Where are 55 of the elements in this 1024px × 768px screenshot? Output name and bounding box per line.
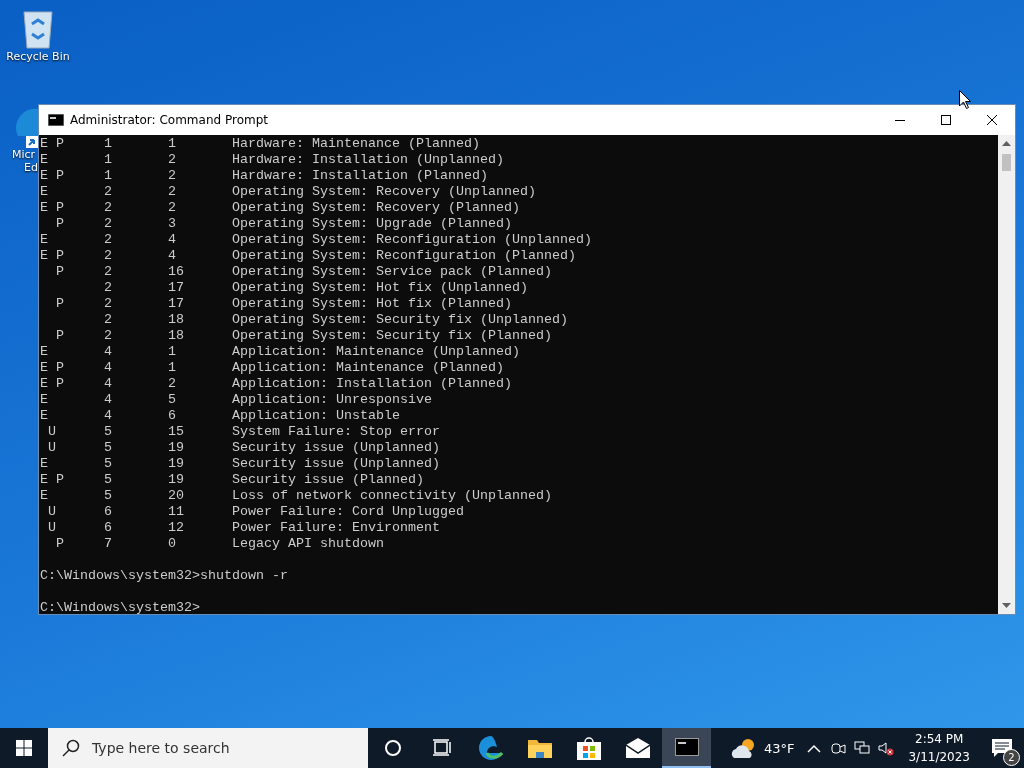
scrollbar-thumb[interactable] (1002, 154, 1011, 171)
search-bar[interactable]: Type here to search (48, 728, 368, 768)
command-line: C:\Windows\system32>shutdown -r (40, 568, 288, 584)
console-line: E 2 4 Operating System: Reconfiguration (Unplanned) (40, 232, 592, 248)
console-line: E 5 19 Security issue (Unplanned) (40, 456, 440, 472)
icon-label: Recycle Bin (6, 50, 70, 63)
console-line: E 5 20 Loss of network connectivity (Unplanned) (40, 488, 552, 504)
console-line: U 6 12 Power Failure: Environment (47, 520, 440, 536)
clock-time: 2:54 PM (914, 731, 965, 748)
icon-label: Ed (24, 161, 38, 174)
search-field[interactable]: Type here to search (90, 739, 354, 757)
console-line: E P 1 2 Hardware: Installation (Planned) (40, 168, 488, 184)
console-line: P 2 3 Operating System: Upgrade (Planned) (55, 216, 512, 232)
console-line: E P 1 1 Hardware: Maintenance (Planned) (40, 136, 480, 152)
console-line: P 2 17 Operating System: Hot fix (Planned) (55, 296, 512, 312)
command-line: C:\Windows\system32> (40, 600, 200, 614)
console-line: 2 18 Operating System: Security fix (Unplanned) (103, 312, 568, 328)
console-line: E 1 2 Hardware: Installation (Unplanned) (40, 152, 504, 168)
console-line: E P 2 2 Operating System: Recovery (Planned) (40, 200, 520, 216)
console-line: P 2 18 Operating System: Security fix (Planned) (55, 328, 552, 344)
envelope-icon[interactable] (625, 738, 650, 758)
console-line: E P 4 2 Application: Installation (Planned) (40, 376, 512, 392)
console-line: E 4 6 Application: Unstable (40, 408, 400, 424)
console-line: U 5 19 Security issue (Unplanned) (47, 440, 440, 456)
console-line: 2 17 Operating System: Hot fix (Unplanned) (103, 280, 528, 296)
console-line: E 4 1 Application: Maintenance (Unplanned) (40, 344, 520, 360)
circle-icon[interactable] (383, 739, 402, 757)
search-icon[interactable] (62, 739, 80, 757)
notification-count: 2 (1003, 749, 1020, 766)
icon-label: Micr (12, 148, 36, 161)
console-line: E 4 5 Application: Unresponsive (40, 392, 432, 408)
folder-icon[interactable] (527, 737, 552, 759)
console-line: E 2 2 Operating System: Recovery (Unplanned) (40, 184, 536, 200)
store-icon[interactable] (576, 736, 601, 760)
window-title: Administrator: Command Prompt (70, 113, 269, 127)
console-line: U 6 11 Power Failure: Cord Unplugged (47, 504, 464, 520)
console-line: P 2 16 Operating System: Service pack (Planned) (55, 264, 552, 280)
console-line: U 5 15 System Failure: Stop error (47, 424, 440, 440)
console-line: P 7 0 Legacy API shutdown (55, 536, 384, 552)
maximize-icon[interactable] (941, 115, 951, 125)
taskbar-app-button[interactable] (662, 728, 711, 768)
clock-date: 3/11/2023 (908, 749, 970, 766)
console-line: E P 2 4 Operating System: Reconfiguration (Planned) (40, 248, 576, 264)
volume-muted-icon[interactable] (878, 740, 895, 756)
recycle-bin-icon (20, 8, 56, 50)
task-view-icon[interactable] (432, 739, 451, 757)
console-line: E P 5 19 Security issue (Planned) (40, 472, 424, 488)
network-icon[interactable] (854, 740, 871, 756)
edge-icon[interactable] (478, 736, 503, 760)
close-icon[interactable] (987, 115, 997, 125)
console-line: E P 4 1 Application: Maintenance (Planned) (40, 360, 504, 376)
terminal-icon (48, 114, 64, 126)
terminal-icon[interactable] (674, 738, 699, 756)
camera-icon[interactable] (830, 740, 847, 756)
temperature-text: 43°F (763, 740, 795, 756)
